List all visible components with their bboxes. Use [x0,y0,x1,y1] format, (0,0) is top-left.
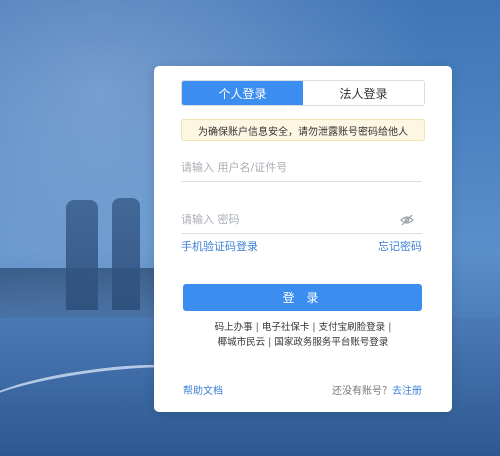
alt-login-alipay-face[interactable]: 支付宝刷脸登录 [319,322,386,333]
tab-legal-person-login[interactable]: 法人登录 [303,81,424,105]
no-account-text: 还没有账号？ [332,386,392,397]
alternative-logins: 码上办事 | 电子社保卡 | 支付宝刷脸登录 | 椰城市民云 | 国家政务服务平… [214,322,392,348]
security-notice: 为确保账户信息安全，请勿泄露账号密码给他人 [181,119,425,141]
alt-login-yecheng-cloud[interactable]: 椰城市民云 [218,337,266,348]
username-field [181,154,422,182]
eye-hidden-icon[interactable] [400,214,414,226]
login-button[interactable]: 登 录 [183,284,422,311]
register-link[interactable]: 去注册 [392,386,422,397]
password-field [181,206,422,234]
login-links: 手机验证码登录 忘记密码 [181,238,422,254]
tab-personal-login[interactable]: 个人登录 [182,81,303,105]
tower-right [112,198,140,310]
alt-login-social-card[interactable]: 电子社保卡 [262,322,310,333]
card-footer: 帮助文档 还没有账号？去注册 [183,382,422,397]
forgot-password-link[interactable]: 忘记密码 [378,238,422,254]
sms-login-link[interactable]: 手机验证码登录 [181,238,258,254]
help-docs-link[interactable]: 帮助文档 [183,382,223,397]
login-card: 个人登录 法人登录 为确保账户信息安全，请勿泄露账号密码给他人 手机验证码登录 … [154,66,452,412]
alt-login-mashang[interactable]: 码上办事 [215,322,253,333]
alt-login-national-platform[interactable]: 国家政务服务平台账号登录 [274,337,388,348]
login-type-tabs: 个人登录 法人登录 [181,80,425,106]
tower-left [66,200,98,310]
username-input[interactable] [181,154,422,181]
password-input[interactable] [181,206,422,233]
